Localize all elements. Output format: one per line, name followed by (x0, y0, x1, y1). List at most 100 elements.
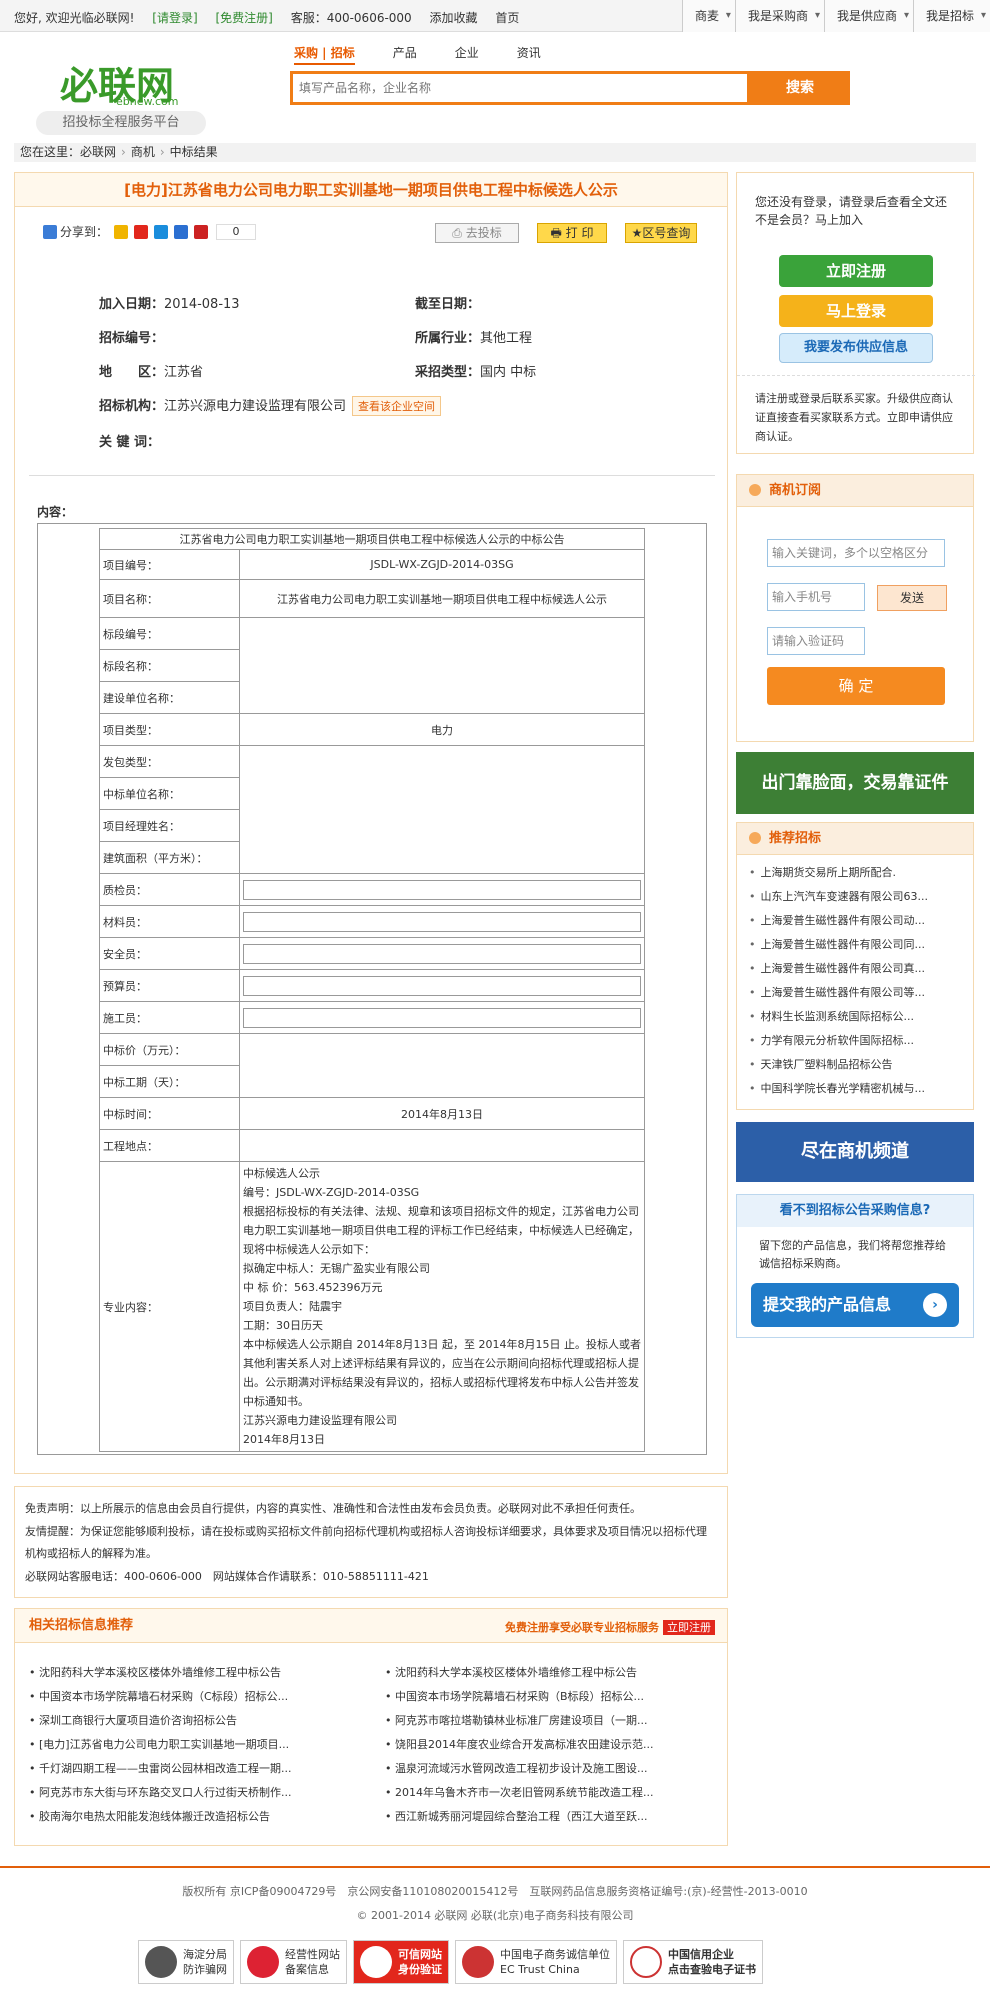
login-link[interactable]: [请登录] (152, 11, 197, 25)
subscribe-box: 商机订阅 输入关键词，多个以空格区分 输入手机号 发送 请输入验证码 确 定 (736, 474, 974, 742)
row-value (239, 969, 645, 1002)
related-register-button[interactable]: 立即注册 (663, 1620, 715, 1635)
share-count: 0 (216, 223, 257, 240)
related-item[interactable]: 温泉河流域污水管网改造工程初步设计及施工图设... (385, 1757, 705, 1781)
recommend-item[interactable]: 力学有限元分析软件国际招标... (749, 1029, 963, 1053)
row-value: 江苏省电力公司电力职工实训基地一期项目供电工程中标候选人公示 (239, 579, 645, 618)
view-company-space-button[interactable]: 查看该企业空间 (352, 396, 442, 416)
breadcrumb-home[interactable]: 必联网 (80, 145, 116, 159)
badge-trusted[interactable]: 可信网站 身份验证 (353, 1940, 449, 1984)
logo-domain: ebnew.com (116, 95, 179, 108)
row-label: 质检员： (99, 873, 240, 906)
related-item[interactable]: 中国资本市场学院幕墙石材采购（C标段）招标公... (29, 1685, 349, 1709)
publish-supply-button[interactable]: 我要发布供应信息 (779, 333, 933, 363)
notice-prose: 中标候选人公示 编号：JSDL-WX-ZGJD-2014-03SG 根据招标投标… (239, 1161, 645, 1452)
search-tab-news[interactable]: 资讯 (517, 44, 541, 65)
row-value: 电力 (239, 713, 645, 746)
prose-line: 根据招标投标的有关法律、法规、规章和该项目招标文件的规定，江苏省电力公司电力职工… (243, 1205, 639, 1256)
recommend-item[interactable]: 上海期货交易所上期所配合. (749, 861, 963, 885)
share-plus-icon[interactable] (43, 224, 57, 239)
recommend-item[interactable]: 材料生长监测系统国际招标公... (749, 1005, 963, 1029)
cant-find-tip: 留下您的产品信息，我们将帮您推荐给诚信招标采购商。 (759, 1239, 946, 1270)
top-tab-supplier[interactable]: 我是供应商 (823, 0, 913, 32)
hotline-text: 客服：400-0606-000 (290, 11, 412, 25)
logo-slogan: 招投标全程服务平台 (36, 111, 206, 135)
share-renren-icon[interactable] (174, 224, 189, 239)
recommend-item[interactable]: 天津铁厂塑料制品招标公告 (749, 1053, 963, 1077)
related-item[interactable]: 阿克苏市东大街与环东路交叉口人行过街天桥制作... (29, 1781, 349, 1805)
related-item[interactable]: 胶南海尔电热太阳能发泡线体搬迁改造招标公告 (29, 1805, 349, 1829)
search-tab-companies[interactable]: 企业 (455, 44, 479, 65)
add-favorite-link[interactable]: 添加收藏 (430, 11, 478, 25)
prose-line: 编号：JSDL-WX-ZGJD-2014-03SG (243, 1186, 420, 1199)
related-item[interactable]: 阿克苏市喀拉塔勒镇林业标准厂房建设项目（一期... (385, 1709, 705, 1733)
related-item[interactable]: 沈阳药科大学本溪校区楼体外墙维修工程中标公告 (385, 1661, 705, 1685)
related-item[interactable]: 饶阳县2014年度农业综合开发高标准农田建设示范... (385, 1733, 705, 1757)
cant-find-title: 看不到招标公告采购信息? (737, 1195, 973, 1227)
send-code-button[interactable]: 发送 (877, 585, 947, 611)
badge-ec-trust[interactable]: 中国电子商务诚信单位 EC Trust China (455, 1940, 617, 1984)
print-button[interactable]: 🖶 打 印 (537, 223, 607, 243)
related-item[interactable]: 2014年乌鲁木齐市一次老旧管网系统节能改造工程... (385, 1781, 705, 1805)
recommend-item[interactable]: 中国科学院长春光学精密机械与... (749, 1077, 963, 1101)
subscribe-confirm-button[interactable]: 确 定 (767, 667, 945, 705)
meta-region: 地 区：江苏省 (99, 365, 204, 380)
share-douban-icon[interactable] (194, 224, 209, 239)
recommend-item[interactable]: 上海爱普生磁性器件有限公司动... (749, 909, 963, 933)
row-label: 工程地点： (99, 1129, 240, 1162)
footer-divider (0, 1866, 990, 1868)
breadcrumb-current[interactable]: 中标结果 (170, 145, 218, 159)
badge-credit[interactable]: 中国信用企业 点击查验电子证书 (623, 1940, 763, 1984)
row-label: 项目编号： (99, 549, 240, 580)
top-tab-bidder[interactable]: 我是招标 (912, 0, 990, 32)
related-item[interactable]: [电力]江苏省电力公司电力职工实训基地一期项目... (29, 1733, 349, 1757)
prose-line: 工期：30日历天 (243, 1319, 323, 1332)
site-logo[interactable]: 必联网 ebnew.com 招投标全程服务平台 (36, 55, 206, 135)
share-weibo-icon[interactable] (134, 224, 149, 239)
go-bid-icon: ⎙ (452, 226, 466, 240)
area-code-button[interactable]: ★区号查询 (625, 223, 697, 243)
search-button[interactable]: 搜索 (750, 71, 850, 105)
subscribe-title: 商机订阅 (737, 475, 973, 507)
related-item[interactable]: 沈阳药科大学本溪校区楼体外墙维修工程中标公告 (29, 1661, 349, 1685)
credential-banner[interactable]: 出门靠脸面，交易靠证件 (736, 752, 974, 814)
submit-product-button[interactable]: 提交我的产品信息 › (751, 1283, 959, 1327)
subscribe-keyword-input[interactable]: 输入关键词，多个以空格区分 (767, 539, 945, 567)
star-icon: ★ (631, 226, 643, 240)
share-qzone-icon[interactable] (114, 224, 129, 239)
row-value: 2014年8月13日 (239, 1097, 645, 1130)
related-item[interactable]: 西江新城秀丽河堤园综合整治工程（西江大道至跃... (385, 1805, 705, 1829)
disclaimer-line: 免责声明：以上所展示的信息由会员自行提供，内容的真实性、准确性和合法性由发布会员… (25, 1502, 641, 1515)
register-now-button[interactable]: 立即注册 (779, 255, 933, 287)
recommend-item[interactable]: 山东上汽汽车变速器有限公司63... (749, 885, 963, 909)
captcha-input[interactable]: 请输入验证码 (767, 627, 865, 655)
search-tab-products[interactable]: 产品 (393, 44, 417, 65)
home-link[interactable]: 首页 (495, 11, 519, 25)
register-link[interactable]: [免费注册] (215, 11, 272, 25)
meta-purchase-type: 采招类型：国内 中标 (415, 365, 537, 380)
related-item[interactable]: 深圳工商银行大厦项目造价咨询招标公告 (29, 1709, 349, 1733)
business-channel-banner[interactable]: 尽在商机频道 (736, 1122, 974, 1182)
search-input[interactable] (293, 74, 747, 102)
badge-business[interactable]: 经营性网站 备案信息 (240, 1940, 347, 1984)
breadcrumb-business[interactable]: 商机 (131, 145, 155, 159)
prose-line: 中 标 价：563.452396万元 (243, 1281, 383, 1294)
row-label: 中标单位名称： (99, 777, 240, 810)
top-tab-buyer[interactable]: 我是采购商 (734, 0, 824, 32)
badge-police[interactable]: 海淀分局 防诈骗网 (138, 1940, 234, 1984)
top-tab-shangmai[interactable]: 商麦 (681, 0, 735, 32)
recommend-item[interactable]: 上海爱普生磁性器件有限公司真... (749, 957, 963, 981)
meta-join-date: 加入日期：2014-08-13 (99, 297, 240, 312)
related-item[interactable]: 千灯湖四期工程——虫雷岗公园林相改造工程一期... (29, 1757, 349, 1781)
phone-input[interactable]: 输入手机号 (767, 583, 865, 611)
row-value (239, 1001, 645, 1034)
go-bid-button[interactable]: ⎙ 去投标 (435, 223, 519, 243)
recommend-item[interactable]: 上海爱普生磁性器件有限公司同... (749, 933, 963, 957)
related-item[interactable]: 中国资本市场学院幕墙石材采购（B标段）招标公... (385, 1685, 705, 1709)
share-tqq-icon[interactable] (154, 224, 169, 239)
recommend-item[interactable]: 上海爱普生磁性器件有限公司等... (749, 981, 963, 1005)
login-now-button[interactable]: 马上登录 (779, 295, 933, 327)
search-tab-bids[interactable]: 采购 | 招标 (294, 44, 355, 65)
row-label: 预算员： (99, 969, 240, 1002)
meta-deadline: 截至日期： (415, 297, 481, 312)
